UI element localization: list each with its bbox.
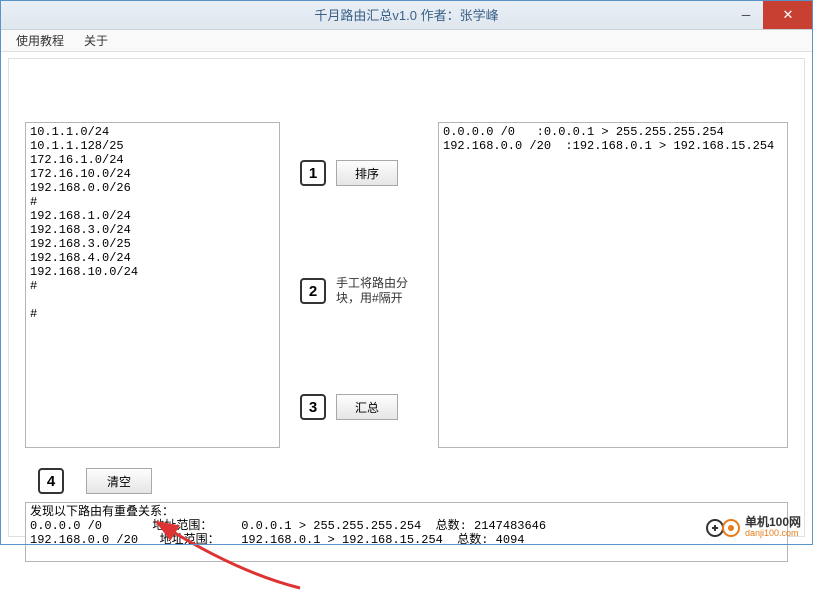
step-3: 3 汇总 — [300, 394, 398, 420]
step-number-4: 4 — [38, 468, 64, 494]
menu-about[interactable]: 关于 — [74, 30, 118, 51]
close-button[interactable]: ✕ — [763, 0, 813, 29]
clear-button[interactable]: 清空 — [86, 468, 152, 494]
window-controls: ─ ✕ — [729, 0, 813, 29]
step-2-text: 手工将路由分 块，用#隔开 — [336, 276, 408, 306]
watermark-line1: 单机100网 — [745, 517, 801, 528]
output-routes-textarea[interactable]: 0.0.0.0 /0 :0.0.0.1 > 255.255.255.254 19… — [438, 122, 788, 448]
step-4-row: 4 清空 — [38, 468, 152, 494]
window-title: 千月路由汇总v1.0 作者：张学峰 — [0, 5, 813, 24]
sort-button[interactable]: 排序 — [336, 160, 398, 186]
step-2: 2 手工将路由分 块，用#隔开 — [300, 276, 408, 306]
content-area: 10.1.1.0/24 10.1.1.128/25 172.16.1.0/24 … — [0, 52, 813, 545]
step-number-2: 2 — [300, 278, 326, 304]
input-routes-textarea[interactable]: 10.1.1.0/24 10.1.1.128/25 172.16.1.0/24 … — [25, 122, 280, 448]
step-number-1: 1 — [300, 160, 326, 186]
watermark-logo-icon — [705, 518, 741, 538]
minimize-button[interactable]: ─ — [729, 0, 763, 29]
watermark-line2: danji100.com — [745, 528, 801, 539]
watermark-text: 单机100网 danji100.com — [745, 517, 801, 539]
title-bar: 千月路由汇总v1.0 作者：张学峰 ─ ✕ — [0, 0, 813, 30]
log-textarea[interactable]: 发现以下路由有重叠关系： 0.0.0.0 /0 地址范围： 0.0.0.1 > … — [25, 502, 788, 562]
watermark: 单机100网 danji100.com — [705, 517, 801, 539]
menu-bar: 使用教程 关于 — [0, 30, 813, 52]
summary-button[interactable]: 汇总 — [336, 394, 398, 420]
step-number-3: 3 — [300, 394, 326, 420]
step-1: 1 排序 — [300, 160, 398, 186]
menu-tutorial[interactable]: 使用教程 — [6, 30, 74, 51]
